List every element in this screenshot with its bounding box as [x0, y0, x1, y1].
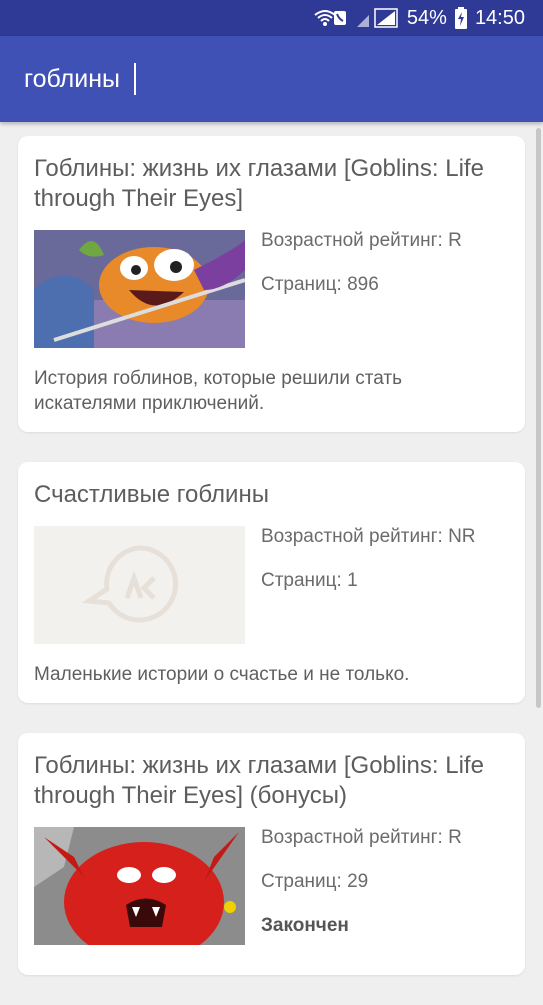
list-item[interactable]: Счастливые гоблины Возрастной рейтинг: N…: [18, 462, 525, 703]
battery-charging-icon: [454, 7, 467, 29]
page-count: Страниц: 1: [261, 570, 358, 591]
item-description: История гоблинов, которые решили стать и…: [34, 368, 402, 414]
age-rating: Возрастной рейтинг: NR: [261, 526, 476, 547]
page-count: Страниц: 896: [261, 274, 379, 295]
comic-cover-image: [34, 827, 245, 945]
text-cursor: [134, 63, 136, 95]
item-title: Гоблины: жизнь их глазами [Goblins: Life…: [34, 752, 484, 809]
placeholder-image: [34, 526, 245, 644]
results-list: Гоблины: жизнь их глазами [Goblins: Life…: [18, 136, 525, 1005]
list-item[interactable]: Гоблины: жизнь их глазами [Goblins: Life…: [18, 733, 525, 975]
item-title: Счастливые гоблины: [34, 481, 269, 508]
age-rating: Возрастной рейтинг: R: [261, 827, 462, 848]
age-rating: Возрастной рейтинг: R: [261, 230, 462, 251]
wifi-call-icon: [313, 7, 347, 29]
search-input[interactable]: [24, 64, 504, 94]
item-description: Маленькие истории о счастье и не только.: [34, 664, 410, 685]
completion-status: Закончен: [261, 915, 349, 936]
item-title: Гоблины: жизнь их глазами [Goblins: Life…: [34, 155, 484, 212]
list-item[interactable]: Гоблины: жизнь их глазами [Goblins: Life…: [18, 136, 525, 432]
clock: 14:50: [474, 6, 525, 29]
scrollbar[interactable]: [536, 128, 541, 708]
comic-cover-image: [34, 230, 245, 348]
status-bar: 54% 14:50: [0, 0, 543, 36]
page-count: Страниц: 29: [261, 871, 369, 892]
battery-percent: 54%: [406, 6, 447, 29]
signal-icon: [355, 7, 399, 29]
search-app-bar: [0, 36, 543, 122]
